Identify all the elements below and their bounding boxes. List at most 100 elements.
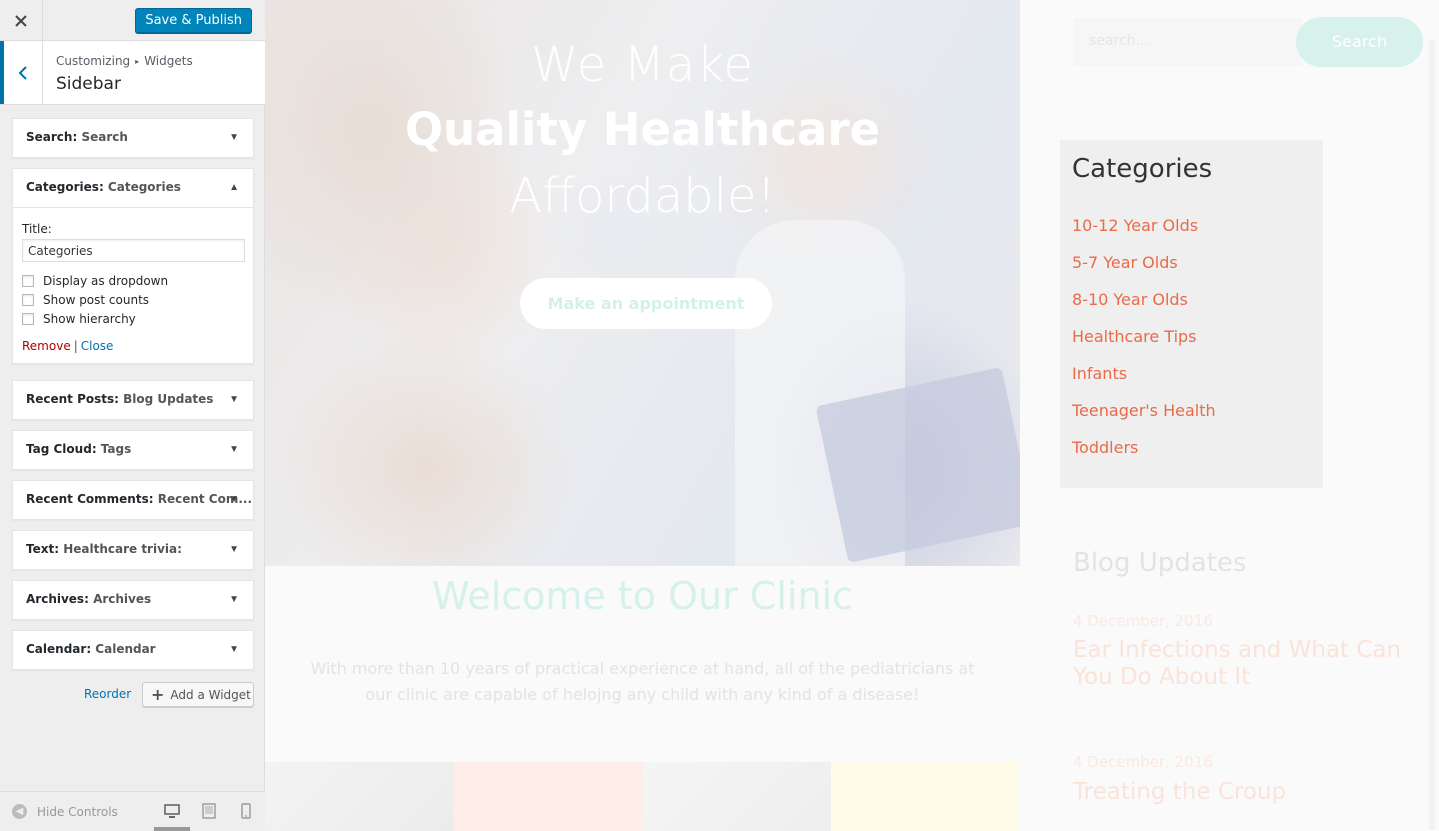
expand-arrow-icon[interactable]: ▼: [229, 594, 239, 605]
section-header: Customizing ▸ Widgets Sidebar: [0, 41, 265, 105]
hide-controls-button[interactable]: ◀ Hide Controls: [12, 804, 118, 819]
option-label: Show hierarchy: [43, 312, 136, 326]
categories-widget: Categories 10-12 Year Olds 5-7 Year Olds…: [1060, 140, 1323, 488]
widget-title: Categories: Categories: [26, 180, 181, 194]
collapse-arrow-icon[interactable]: ▲: [229, 182, 239, 193]
widget-tag-cloud[interactable]: Tag Cloud: Tags ▼: [12, 430, 254, 470]
close-icon: [15, 14, 27, 27]
title-label: Title:: [22, 222, 52, 236]
widget-colon: :: [86, 642, 96, 656]
widget-title: Archives: Archives: [26, 592, 151, 606]
widget-title: Calendar: Calendar: [26, 642, 156, 656]
active-device-indicator: [154, 827, 190, 831]
post-title-link[interactable]: Treating the Croup: [1073, 779, 1418, 806]
widget-recent-posts[interactable]: Recent Posts: Blog Updates ▼: [12, 380, 254, 420]
customizer-header: Save & Publish: [0, 0, 265, 41]
category-link[interactable]: 5-7 Year Olds: [1072, 253, 1178, 272]
category-link[interactable]: Healthcare Tips: [1072, 327, 1197, 346]
widget-title: Recent Posts: Blog Updates: [26, 392, 213, 406]
feature-tile-photo[interactable]: [265, 762, 454, 831]
widget-actions: Remove | Close: [22, 339, 244, 353]
widget-header[interactable]: Calendar: Calendar ▼: [13, 631, 253, 669]
widget-title: Search: Search: [26, 130, 128, 144]
feature-tile-orange[interactable]: [453, 762, 643, 831]
widget-type: Search: [26, 130, 73, 144]
widget-search[interactable]: Search: Search ▼: [12, 118, 254, 158]
widget-calendar[interactable]: Calendar: Calendar ▼: [12, 630, 254, 670]
actions-separator: |: [73, 339, 78, 353]
option-label: Display as dropdown: [43, 274, 169, 288]
widget-recent-comments[interactable]: Recent Comments: Recent Com... ▼: [12, 480, 254, 520]
widget-text[interactable]: Text: Healthcare trivia: ▼: [12, 530, 254, 570]
tablet-preview-icon[interactable]: [200, 802, 218, 820]
widget-archives[interactable]: Archives: Archives ▼: [12, 580, 254, 620]
widget-name: Search: [81, 130, 128, 144]
expand-arrow-icon[interactable]: ▼: [229, 494, 239, 505]
category-link[interactable]: Toddlers: [1072, 438, 1138, 457]
welcome-title: Welcome to Our Clinic: [431, 574, 853, 618]
expand-arrow-icon[interactable]: ▼: [229, 394, 239, 405]
reorder-link[interactable]: Reorder: [84, 687, 131, 701]
widget-colon: :: [114, 392, 124, 406]
feature-tile-photo[interactable]: [642, 762, 832, 831]
option-row[interactable]: Display as dropdown: [22, 274, 244, 288]
appointment-button[interactable]: Make an appointment: [520, 278, 772, 329]
widget-title: Recent Comments: Recent Com...: [26, 492, 252, 506]
option-row[interactable]: Show post counts: [22, 293, 244, 307]
category-link[interactable]: Teenager's Health: [1072, 401, 1216, 420]
widget-name: Blog Updates: [123, 392, 214, 406]
show-hierarchy-checkbox[interactable]: [22, 313, 34, 325]
breadcrumb-root: Customizing: [56, 54, 131, 68]
breadcrumb-separator-icon: ▸: [135, 57, 140, 66]
widget-title: Text: Healthcare trivia:: [26, 542, 182, 556]
widget-type: Archives: [26, 592, 85, 606]
categories-title: Categories: [1072, 154, 1213, 184]
title-input[interactable]: [22, 239, 245, 262]
mobile-preview-icon[interactable]: [237, 802, 255, 820]
show-post-counts-checkbox[interactable]: [22, 294, 34, 306]
desktop-preview-icon[interactable]: [163, 802, 181, 820]
widget-header[interactable]: Text: Healthcare trivia: ▼: [13, 531, 253, 569]
expand-arrow-icon[interactable]: ▼: [229, 644, 239, 655]
close-customizer-button[interactable]: [0, 0, 43, 41]
widget-header[interactable]: Recent Comments: Recent Com... ▼: [13, 481, 253, 519]
widget-header[interactable]: Categories: Categories ▲: [13, 169, 253, 207]
widget-header[interactable]: Archives: Archives ▼: [13, 581, 253, 619]
back-button[interactable]: [0, 41, 43, 104]
search-placeholder: search...: [1089, 33, 1149, 49]
search-input[interactable]: search...: [1073, 18, 1303, 66]
widget-categories[interactable]: Categories: Categories ▲ Title: Display …: [12, 168, 254, 364]
option-row[interactable]: Show hierarchy: [22, 312, 244, 326]
widget-header[interactable]: Tag Cloud: Tags ▼: [13, 431, 253, 469]
hero-heading-line3: Affordable!: [509, 168, 776, 224]
widget-colon: :: [84, 592, 94, 606]
site-preview[interactable]: We Make Quality Healthcare Affordable! M…: [265, 0, 1439, 831]
post-date: 4 December, 2016: [1073, 753, 1213, 771]
category-link[interactable]: 8-10 Year Olds: [1072, 290, 1188, 309]
post-title-link[interactable]: Ear Infections and What Can You Do About…: [1073, 637, 1418, 691]
widget-name: Calendar: [95, 642, 156, 656]
widget-header[interactable]: Search: Search ▼: [13, 119, 253, 157]
blog-updates-title: Blog Updates: [1073, 548, 1247, 578]
widget-header[interactable]: Recent Posts: Blog Updates ▼: [13, 381, 253, 419]
widget-type: Categories: [26, 180, 99, 194]
hero-heading-line1: We Make: [531, 37, 754, 93]
preview-scrollbar[interactable]: [1429, 40, 1435, 830]
save-publish-button[interactable]: Save & Publish: [135, 8, 252, 33]
add-widget-button[interactable]: + Add a Widget: [142, 682, 254, 707]
widget-name: Healthcare trivia:: [63, 542, 182, 556]
close-link[interactable]: Close: [81, 339, 114, 353]
feature-tile-yellow[interactable]: [831, 762, 1020, 831]
breadcrumb-section: Widgets: [144, 54, 193, 68]
section-title: Sidebar: [56, 74, 121, 94]
widget-title: Tag Cloud: Tags: [26, 442, 131, 456]
display-dropdown-checkbox[interactable]: [22, 275, 34, 287]
expand-arrow-icon[interactable]: ▼: [229, 444, 239, 455]
category-link[interactable]: 10-12 Year Olds: [1072, 216, 1198, 235]
category-link[interactable]: Infants: [1072, 364, 1127, 383]
plus-icon: +: [151, 685, 165, 704]
expand-arrow-icon[interactable]: ▼: [229, 544, 239, 555]
expand-arrow-icon[interactable]: ▼: [229, 132, 239, 143]
search-button[interactable]: Search: [1296, 17, 1423, 67]
remove-link[interactable]: Remove: [22, 339, 71, 353]
